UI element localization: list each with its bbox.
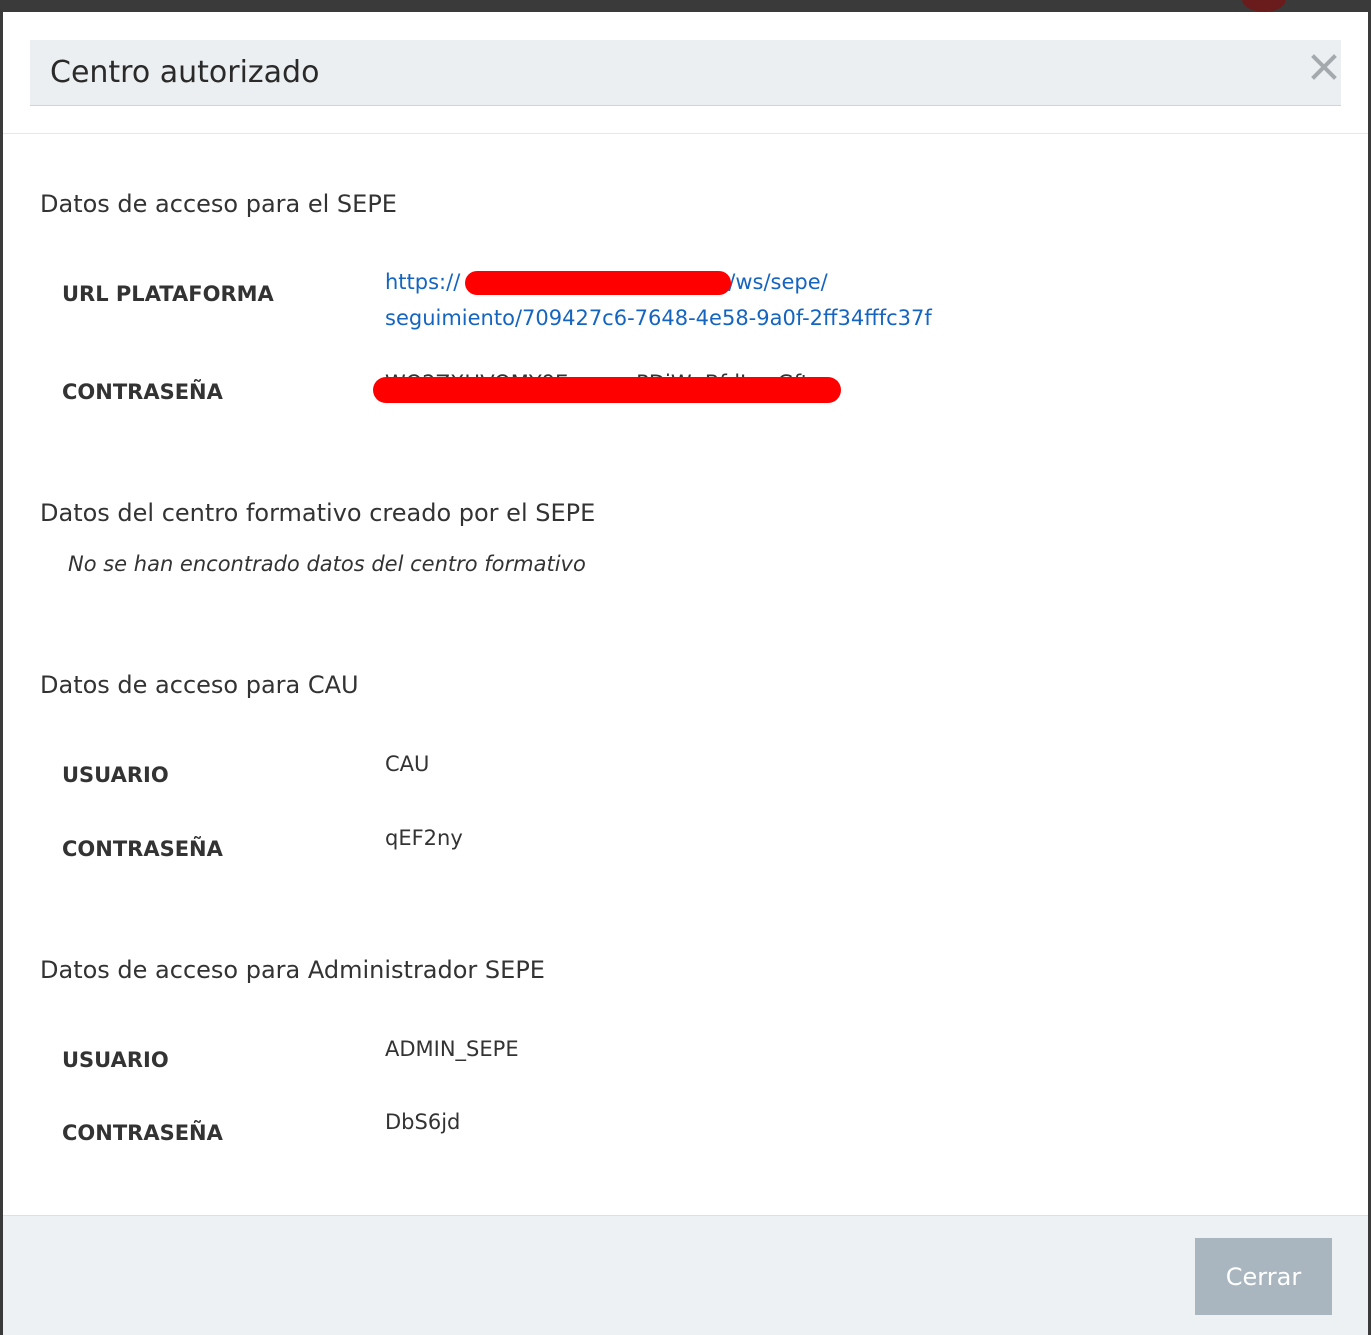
modal-header-area: Centro autorizado	[3, 12, 1368, 134]
platform-url-link-line2[interactable]: seguimiento/709427c6-7648-4e58-9a0f-2ff3…	[385, 300, 932, 336]
admin-password-value: DbS6jd	[385, 1110, 461, 1134]
cau-password-label: CONTRASEÑA	[62, 837, 223, 861]
url-redaction-mark	[465, 271, 731, 295]
training-center-title: Datos del centro formativo creado por el…	[40, 499, 596, 527]
modal-title: Centro autorizado	[50, 55, 320, 90]
admin-user-label: USUARIO	[62, 1048, 169, 1072]
background-badge	[1242, 0, 1286, 12]
admin-password-label: CONTRASEÑA	[62, 1121, 223, 1145]
cau-user-value: CAU	[385, 752, 430, 776]
url-prefix: https://	[385, 270, 461, 294]
admin-user-value: ADMIN_SEPE	[385, 1037, 519, 1061]
url-platform-label: URL PLATAFORMA	[62, 282, 274, 306]
password-redaction-mark	[373, 377, 841, 403]
sepe-password-label: CONTRASEÑA	[62, 380, 223, 404]
admin-access-title: Datos de acceso para Administrador SEPE	[40, 956, 545, 984]
cau-access-title: Datos de acceso para CAU	[40, 671, 359, 699]
cau-password-value: qEF2ny	[385, 826, 463, 850]
close-icon	[1311, 54, 1337, 80]
sepe-access-title: Datos de acceso para el SEPE	[40, 190, 397, 218]
authorized-center-modal: Centro autorizado Datos de acceso para e…	[3, 12, 1368, 1335]
modal-footer: Cerrar	[3, 1215, 1368, 1335]
cerrar-button[interactable]: Cerrar	[1195, 1238, 1332, 1315]
close-button[interactable]	[1307, 48, 1341, 86]
url-middle: /ws/sepe/	[728, 270, 828, 294]
modal-header: Centro autorizado	[30, 40, 1341, 106]
training-center-empty-message: No se han encontrado datos del centro fo…	[68, 552, 586, 576]
cau-user-label: USUARIO	[62, 763, 169, 787]
